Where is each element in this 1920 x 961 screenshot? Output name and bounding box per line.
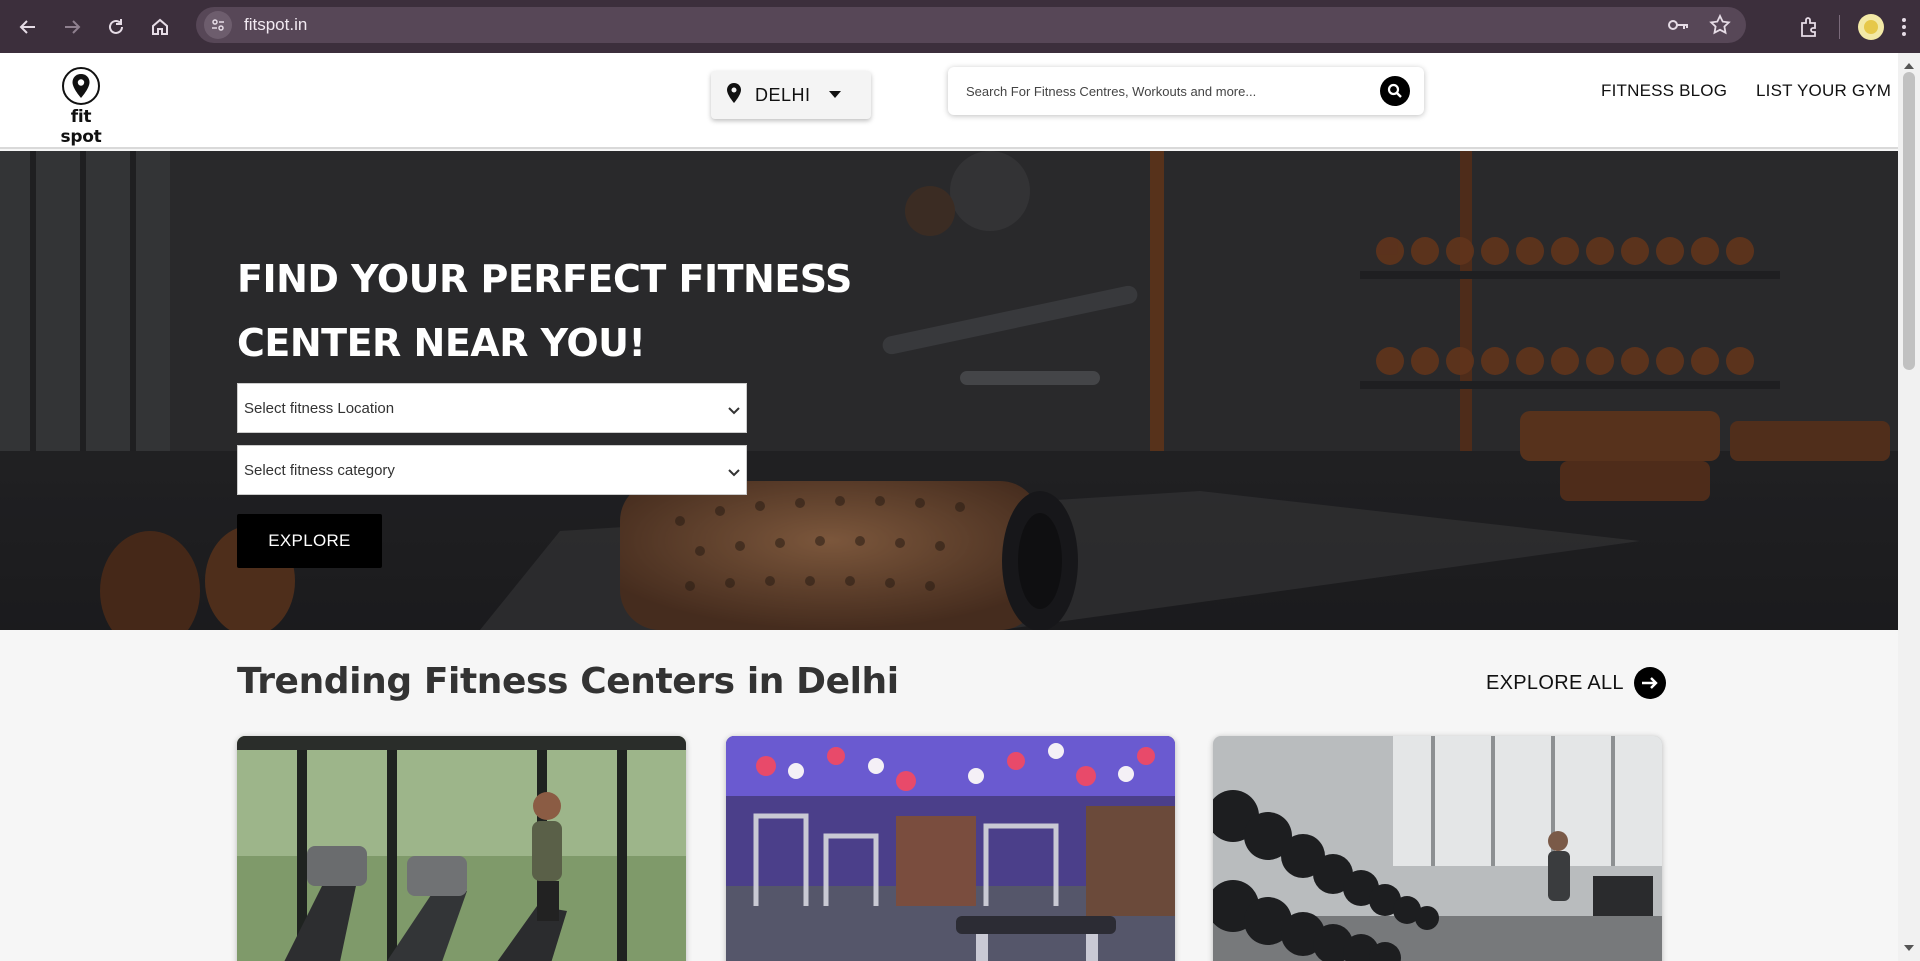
purple-lit-gym-photo [726, 736, 1175, 961]
page-scrollbar[interactable] [1898, 53, 1920, 961]
city-label: DELHI [755, 84, 811, 105]
list-your-gym-link[interactable]: LIST YOUR GYM [1756, 81, 1891, 101]
browser-toolbar: fitspot.in [0, 0, 1920, 53]
reload-icon[interactable] [102, 13, 130, 41]
category-select[interactable]: Select fitness category [237, 445, 747, 495]
scroll-down-icon[interactable] [1904, 939, 1914, 957]
map-marker-icon [727, 82, 741, 108]
password-key-icon[interactable] [1666, 13, 1690, 37]
hero-title-line-1: FIND YOUR PERFECT FITNESS [237, 257, 852, 301]
explore-button[interactable]: EXPLORE [237, 514, 382, 568]
back-arrow-icon[interactable] [14, 13, 42, 41]
extensions-icon[interactable] [1797, 15, 1821, 39]
url-text[interactable]: fitspot.in [244, 15, 307, 35]
category-select-placeholder: Select fitness category [244, 461, 395, 479]
address-bar[interactable]: fitspot.in [196, 7, 1746, 43]
profile-avatar[interactable] [1858, 13, 1884, 40]
caret-down-icon [828, 86, 841, 104]
toolbar-separator [1839, 14, 1840, 39]
search-icon [1387, 83, 1402, 98]
bookmark-star-icon[interactable] [1708, 13, 1732, 37]
gym-card-2[interactable] [726, 736, 1175, 961]
location-select[interactable]: Select fitness Location [237, 383, 747, 433]
explore-all-label: EXPLORE ALL [1486, 671, 1624, 694]
hero-title: FIND YOUR PERFECT FITNESS CENTER NEAR YO… [237, 247, 857, 375]
site-info-icon[interactable] [204, 11, 232, 39]
search-button[interactable] [1380, 76, 1410, 106]
treadmill-gym-photo [237, 736, 686, 961]
fitness-blog-link[interactable]: FITNESS BLOG [1601, 81, 1727, 101]
logo-text: fit spot [60, 107, 102, 147]
location-pin-logo-icon [62, 67, 100, 105]
location-select-placeholder: Select fitness Location [244, 399, 395, 417]
scroll-thumb[interactable] [1903, 72, 1915, 370]
explore-all-link[interactable]: EXPLORE ALL [1486, 667, 1666, 699]
dumbbell-rack-gym-photo [1213, 736, 1662, 961]
site-header: fit spot DELHI FITNESS BLOG LIST YOUR GY… [0, 53, 1898, 149]
gym-card-3[interactable] [1213, 736, 1662, 961]
more-vert-icon[interactable] [1900, 16, 1908, 38]
hero-banner: FIND YOUR PERFECT FITNESS CENTER NEAR YO… [0, 151, 1898, 630]
trending-section-title: Trending Fitness Centers in Delhi [237, 661, 899, 702]
forward-arrow-icon[interactable] [58, 13, 86, 41]
hero-title-line-2: CENTER NEAR YOU! [237, 321, 646, 365]
gym-card-1[interactable] [237, 736, 686, 961]
city-selector[interactable]: DELHI [711, 71, 871, 119]
chevron-down-icon [728, 402, 740, 419]
search-box [948, 67, 1424, 115]
home-icon[interactable] [146, 13, 174, 41]
arrow-right-icon [1633, 667, 1666, 699]
site-logo[interactable]: fit spot [48, 67, 114, 147]
chevron-down-icon [728, 464, 740, 481]
search-input[interactable] [966, 83, 1366, 99]
